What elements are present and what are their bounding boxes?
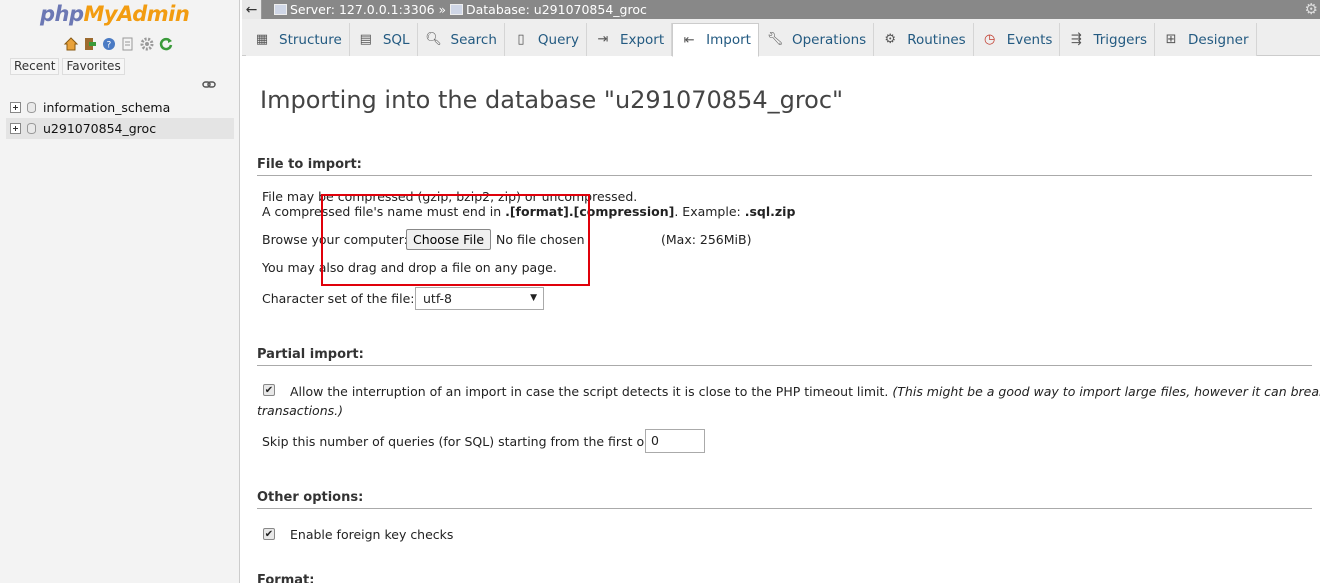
- main-content: Importing into the database "u291070854_…: [242, 56, 1320, 583]
- nav-icon-bar: ?: [63, 36, 174, 52]
- file-to-import-heading: File to import:: [257, 157, 1312, 176]
- tab-sql[interactable]: ▤ SQL: [349, 23, 418, 56]
- breadcrumb: ← Server: 127.0.0.1:3306 » Database: u29…: [242, 0, 1320, 19]
- tab-label: Triggers: [1093, 31, 1148, 48]
- docs-icon[interactable]: [120, 36, 136, 52]
- designer-icon: ⊞: [1165, 32, 1177, 47]
- dropdown-arrow-icon: ▼: [530, 293, 537, 303]
- settings-icon[interactable]: [139, 36, 155, 52]
- tab-structure[interactable]: ▦ Structure: [246, 23, 350, 56]
- allow-interrupt-note-cont: transactions.): [257, 403, 343, 418]
- recent-button[interactable]: Recent: [10, 58, 60, 75]
- tab-label: Import: [706, 32, 751, 48]
- skip-queries-label: Skip this number of queries (for SQL) st…: [262, 434, 664, 449]
- breadcrumb-database[interactable]: Database: u291070854_groc: [466, 2, 647, 17]
- svg-text:?: ?: [107, 41, 112, 51]
- db-tree-label[interactable]: information_schema: [43, 100, 170, 115]
- tab-search[interactable]: 🔍︎ Search: [417, 23, 505, 56]
- help-icon[interactable]: ?: [101, 36, 117, 52]
- foreign-key-checkbox[interactable]: ✔: [263, 528, 275, 540]
- tab-label: Events: [1006, 31, 1053, 48]
- database-icon: [27, 102, 36, 113]
- charset-value: utf-8: [423, 291, 453, 306]
- link-icon[interactable]: [202, 79, 216, 93]
- tab-operations[interactable]: 🔧︎ Operations: [758, 23, 875, 56]
- reload-icon[interactable]: [158, 36, 174, 52]
- query-icon: ▯: [517, 32, 525, 47]
- allow-interrupt-checkbox[interactable]: ✔: [263, 384, 275, 396]
- allow-interrupt-note: (This might be a good way to import larg…: [892, 384, 1320, 399]
- breadcrumb-separator: »: [438, 2, 446, 17]
- tab-events[interactable]: ◷ Events: [973, 23, 1061, 56]
- tab-bar: ▦ Structure ▤ SQL 🔍︎ Search ▯ Query ⇥ Export …: [242, 19, 1320, 57]
- export-icon: ⇥: [597, 32, 609, 47]
- phpmyadmin-logo[interactable]: phpMyAdmin: [40, 2, 190, 26]
- database-icon: [27, 123, 36, 134]
- tab-query[interactable]: ▯ Query: [504, 23, 587, 56]
- tab-label: Query: [537, 31, 579, 48]
- db-tree-item-u291070854-groc[interactable]: u291070854_groc: [6, 118, 234, 139]
- routines-icon: ⚙: [884, 32, 897, 47]
- clock-icon: ◷: [984, 32, 996, 47]
- expand-icon[interactable]: [10, 123, 21, 134]
- search-icon: 🔍︎: [425, 32, 442, 47]
- partial-import-heading: Partial import:: [257, 347, 1312, 366]
- exit-icon[interactable]: [82, 36, 98, 52]
- tab-label: Search: [450, 31, 497, 48]
- tab-designer[interactable]: ⊞ Designer: [1155, 23, 1257, 56]
- tab-triggers[interactable]: ⇶ Triggers: [1060, 23, 1156, 56]
- tab-label: Designer: [1188, 31, 1249, 48]
- skip-queries-input[interactable]: 0: [645, 429, 705, 453]
- home-icon[interactable]: [63, 36, 79, 52]
- other-options-heading: Other options:: [257, 490, 1312, 509]
- allow-interrupt-text: Allow the interruption of an import in c…: [290, 384, 889, 399]
- max-upload-size: (Max: 256MiB): [661, 232, 752, 247]
- charset-select[interactable]: utf-8 ▼: [415, 287, 544, 310]
- compression-example: .sql.zip: [744, 204, 796, 219]
- compression-rule-mid: . Example:: [674, 204, 745, 219]
- tab-label: Structure: [279, 31, 342, 48]
- tab-label: Export: [619, 31, 665, 48]
- database-icon: [449, 4, 463, 15]
- tab-label: Routines: [907, 31, 966, 48]
- import-icon: ⇤: [683, 32, 695, 48]
- tab-label: SQL: [382, 31, 410, 48]
- gear-icon[interactable]: ⚙: [1305, 0, 1318, 18]
- page-title: Importing into the database "u291070854_…: [260, 86, 844, 114]
- tab-label: Operations: [791, 31, 867, 48]
- highlight-box: [321, 194, 590, 286]
- server-icon: [274, 4, 287, 15]
- wrench-icon: 🔧︎: [766, 32, 784, 47]
- expand-icon[interactable]: [10, 102, 21, 113]
- db-tree-item-information-schema[interactable]: information_schema: [6, 97, 234, 118]
- navigation-panel: phpMyAdmin ? Recent Favorites informatio…: [0, 0, 240, 583]
- favorites-button[interactable]: Favorites: [62, 58, 125, 75]
- foreign-key-label: Enable foreign key checks: [290, 527, 454, 542]
- format-heading: Format:: [257, 573, 315, 583]
- structure-icon: ▦: [255, 32, 269, 47]
- breadcrumb-server[interactable]: Server: 127.0.0.1:3306: [290, 2, 435, 17]
- sql-icon: ▤: [359, 32, 372, 47]
- allow-interrupt-label: Allow the interruption of an import in c…: [290, 384, 1320, 399]
- tab-import[interactable]: ⇤ Import: [672, 23, 759, 57]
- tab-export[interactable]: ⇥ Export: [586, 23, 673, 56]
- db-tree-label[interactable]: u291070854_groc: [43, 121, 156, 136]
- charset-label: Character set of the file:: [262, 291, 415, 306]
- triggers-icon: ⇶: [1070, 32, 1082, 47]
- logo-myadmin-text: MyAdmin: [83, 2, 190, 26]
- logo-php-text: php: [40, 2, 84, 26]
- recent-favorites-bar: Recent Favorites: [10, 58, 125, 75]
- tab-routines[interactable]: ⚙ Routines: [874, 23, 974, 56]
- collapse-nav-button[interactable]: ←: [242, 0, 262, 19]
